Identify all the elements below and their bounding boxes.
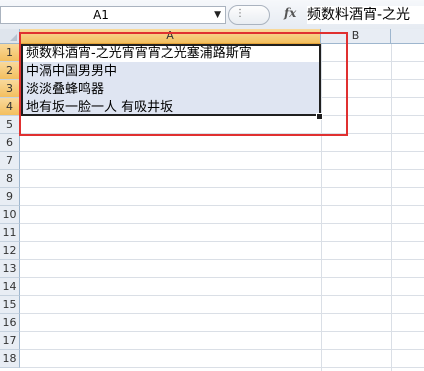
row-header-7[interactable]: 7 [0, 152, 20, 170]
chevron-down-icon[interactable]: ▼ [214, 7, 221, 23]
row-divider [20, 367, 424, 368]
annotation-highlight-box [19, 32, 348, 136]
row-header-13[interactable]: 13 [0, 260, 20, 278]
row-header-2[interactable]: 2 [0, 62, 20, 80]
column-divider [391, 44, 392, 371]
row-header-5[interactable]: 5 [0, 116, 20, 134]
row-divider [20, 241, 424, 242]
row-header-14[interactable]: 14 [0, 278, 20, 296]
row-divider [20, 259, 424, 260]
row-divider [20, 331, 424, 332]
formula-input[interactable]: 频数料酒宵-之光 [307, 6, 424, 24]
row-divider [20, 151, 424, 152]
row-header-bar: 1 2 3 4 5 6 7 8 9 10 11 12 13 14 15 16 1… [0, 44, 20, 371]
row-divider [20, 223, 424, 224]
row-header-17[interactable]: 17 [0, 332, 20, 350]
row-header-1[interactable]: 1 [0, 44, 20, 62]
row-header-4[interactable]: 4 [0, 98, 20, 116]
row-header-6[interactable]: 6 [0, 134, 20, 152]
formula-controls[interactable]: ⋮ [228, 5, 270, 25]
name-box[interactable]: A1 ▼ [0, 6, 226, 24]
row-divider [20, 313, 424, 314]
row-header-3[interactable]: 3 [0, 80, 20, 98]
row-header-12[interactable]: 12 [0, 242, 20, 260]
row-header-18[interactable]: 18 [0, 350, 20, 368]
row-divider [20, 349, 424, 350]
row-divider [20, 169, 424, 170]
formula-toolbar: A1 ▼ ⋮ fx 频数料酒宵-之光 [0, 0, 424, 30]
drag-handle-icon[interactable]: ⋮ [235, 8, 245, 19]
name-box-value: A1 [93, 8, 109, 22]
insert-function-icon[interactable]: fx [284, 6, 304, 24]
row-header-8[interactable]: 8 [0, 170, 20, 188]
row-divider [20, 295, 424, 296]
row-divider [20, 205, 424, 206]
select-all-button[interactable] [0, 29, 20, 43]
row-header-16[interactable]: 16 [0, 314, 20, 332]
row-header-15[interactable]: 15 [0, 296, 20, 314]
row-divider [20, 187, 424, 188]
select-all-icon [10, 34, 17, 41]
row-header-11[interactable]: 11 [0, 224, 20, 242]
row-divider [20, 277, 424, 278]
row-header-10[interactable]: 10 [0, 206, 20, 224]
row-header-9[interactable]: 9 [0, 188, 20, 206]
